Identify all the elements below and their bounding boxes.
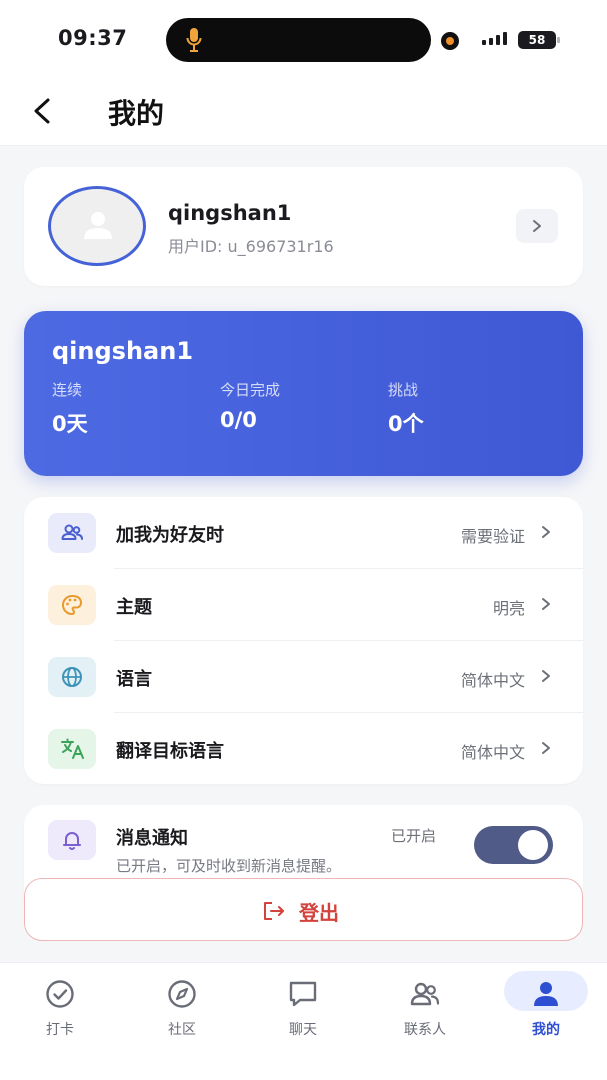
status-bar: 09:37 58 xyxy=(0,0,607,80)
avatar[interactable] xyxy=(48,186,146,266)
battery-cap xyxy=(557,37,560,43)
chevron-right-icon xyxy=(542,742,550,754)
settings-card: 加我为好友时 需要验证 主题 明亮 语言 简体中文 翻译目标语言 简体中文 xyxy=(24,497,583,784)
setting-icon-box xyxy=(48,729,96,769)
profile-username: qingshan1 xyxy=(168,201,292,225)
battery-icon: 58 xyxy=(518,31,556,49)
contacts-icon xyxy=(410,982,440,1006)
stats-username: qingshan1 xyxy=(52,337,194,365)
tab-chat[interactable]: 聊天 xyxy=(261,969,345,1041)
palette-icon xyxy=(62,595,82,615)
stat-streak: 连续 0天 xyxy=(52,379,88,438)
tab-contacts[interactable]: 联系人 xyxy=(383,969,467,1041)
status-time: 09:37 xyxy=(58,26,128,50)
tab-checkin[interactable]: 打卡 xyxy=(18,969,102,1041)
person-icon xyxy=(84,212,112,239)
globe-icon xyxy=(62,667,82,687)
users-icon xyxy=(61,524,83,540)
profile-detail-button[interactable] xyxy=(516,209,558,243)
page-title: 我的 xyxy=(108,97,165,130)
stat-label: 今日完成 xyxy=(220,381,281,399)
stat-label: 连续 xyxy=(52,381,83,399)
chevron-right-icon xyxy=(542,670,550,682)
dynamic-island xyxy=(166,18,431,62)
compass-icon xyxy=(168,980,196,1008)
logout-button[interactable]: 登出 xyxy=(24,878,583,941)
notification-title: 消息通知 xyxy=(116,828,188,849)
setting-theme[interactable]: 主题 明亮 xyxy=(24,569,583,641)
toggle-knob xyxy=(518,830,548,860)
setting-language[interactable]: 语言 简体中文 xyxy=(24,641,583,713)
notification-description: 已开启，可及时收到新消息提醒。 xyxy=(116,857,342,875)
setting-value: 简体中文 xyxy=(460,743,525,762)
chevron-right-icon xyxy=(533,220,541,232)
stats-card: qingshan1 连续 0天 今日完成 0/0 挑战 0个 xyxy=(24,311,583,476)
setting-value: 明亮 xyxy=(492,599,525,618)
signal-icon xyxy=(482,32,507,45)
tab-label: 社区 xyxy=(168,1022,196,1038)
setting-value: 需要验证 xyxy=(460,527,525,546)
stat-challenges: 挑战 0个 xyxy=(388,379,424,438)
bottom-tab-bar: 打卡 社区 聊天 联系人 我的 xyxy=(0,962,607,1080)
setting-label: 主题 xyxy=(116,597,152,618)
setting-icon-box xyxy=(48,513,96,553)
microphone-icon xyxy=(186,28,202,52)
tab-label: 我的 xyxy=(532,1022,560,1038)
bell-icon xyxy=(63,832,81,850)
setting-icon-box xyxy=(48,657,96,697)
notification-toggle[interactable] xyxy=(474,826,553,864)
profile-card[interactable]: qingshan1 用户ID: u_696731r16 xyxy=(24,167,583,286)
tab-label: 打卡 xyxy=(46,1022,74,1038)
recording-indicator-icon xyxy=(441,32,459,50)
chevron-right-icon xyxy=(542,598,550,610)
setting-label: 加我为好友时 xyxy=(116,525,224,546)
check-circle-icon xyxy=(46,980,74,1008)
chevron-left-icon[interactable] xyxy=(28,94,58,128)
profile-icon xyxy=(534,982,558,1006)
notification-state: 已开启 xyxy=(391,827,437,845)
chevron-right-icon xyxy=(542,526,550,538)
stat-value: 0天 xyxy=(52,412,88,436)
setting-label: 翻译目标语言 xyxy=(116,741,224,762)
setting-translate-target[interactable]: 翻译目标语言 简体中文 xyxy=(24,713,583,785)
setting-icon-box xyxy=(48,585,96,625)
logout-label: 登出 xyxy=(299,901,339,925)
setting-label: 语言 xyxy=(116,669,152,690)
chat-icon xyxy=(289,981,317,1007)
profile-user-id: 用户ID: u_696731r16 xyxy=(168,237,334,256)
stat-today-completed: 今日完成 0/0 xyxy=(220,379,280,432)
page-header: 我的 xyxy=(0,80,607,146)
stat-label: 挑战 xyxy=(388,381,419,399)
logout-icon xyxy=(264,902,284,920)
tab-label: 聊天 xyxy=(289,1022,317,1038)
translate-icon xyxy=(61,738,84,759)
tab-community[interactable]: 社区 xyxy=(140,969,224,1041)
setting-value: 简体中文 xyxy=(460,671,525,690)
tab-me[interactable]: 我的 xyxy=(504,969,588,1041)
setting-icon-box xyxy=(48,820,96,860)
setting-friend-request[interactable]: 加我为好友时 需要验证 xyxy=(24,497,583,569)
stat-value: 0/0 xyxy=(220,408,257,432)
tab-label: 联系人 xyxy=(404,1022,446,1038)
stat-value: 0个 xyxy=(388,412,424,436)
